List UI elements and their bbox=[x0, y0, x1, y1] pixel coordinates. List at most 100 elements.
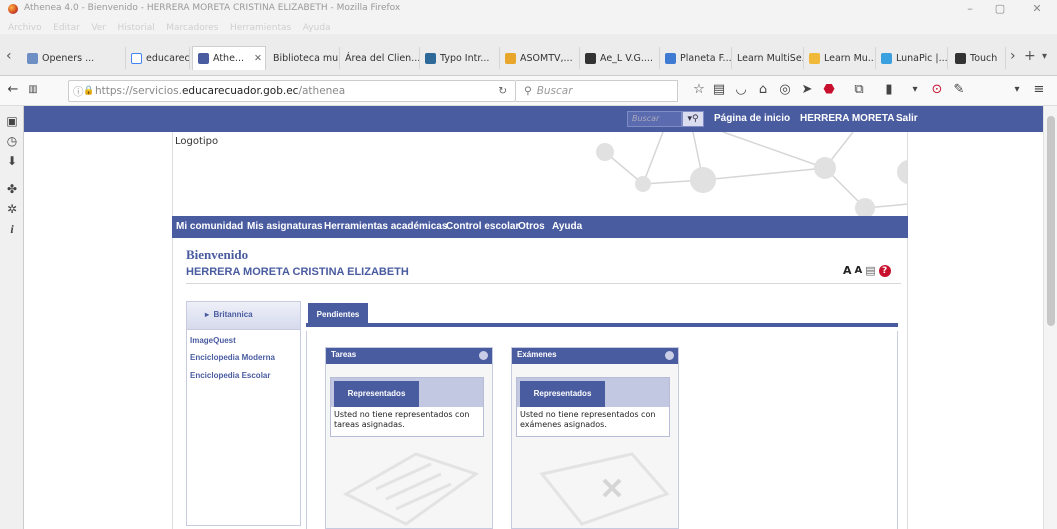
extension-icon[interactable]: ⧉ bbox=[850, 82, 868, 97]
tab-area-cliente[interactable]: Área del Clien... bbox=[340, 47, 420, 69]
lock-icon: 🔒 bbox=[83, 86, 95, 96]
link-imagequest[interactable]: ImageQuest bbox=[190, 336, 236, 345]
page-tools: A A ▤ ? bbox=[843, 264, 891, 277]
tabs-scroll-left-icon[interactable]: ‹ bbox=[6, 48, 12, 64]
menu-mi-comunidad[interactable]: Mi comunidad bbox=[176, 221, 243, 232]
favicon-icon bbox=[955, 52, 966, 64]
url-bar[interactable]: ⓘ 🔒 https://servicios. educarecuador.gob.… bbox=[68, 80, 516, 102]
welcome-heading: Bienvenido bbox=[186, 247, 249, 262]
help-icon[interactable]: ? bbox=[878, 264, 891, 277]
link-enciclopedia-escolar[interactable]: Enciclopedia Escolar bbox=[190, 371, 270, 380]
adblock-icon[interactable]: ⬣ bbox=[820, 82, 838, 97]
tab-ae-lvg[interactable]: Ae_L V.G.... bbox=[580, 47, 660, 69]
tab-openers[interactable]: Openers ... bbox=[22, 47, 126, 69]
print-icon[interactable]: ▤ bbox=[865, 264, 875, 277]
menu-editar[interactable]: Editar bbox=[53, 23, 80, 33]
widget-toggle-icon[interactable] bbox=[479, 351, 488, 360]
menu-mis-asignaturas[interactable]: Mis asignaturas bbox=[247, 221, 323, 232]
navigation-bar: ← ▥ ⓘ 🔒 https://servicios. educarecuador.… bbox=[0, 76, 1057, 106]
tab-learn-multise[interactable]: Learn MultiSe... bbox=[732, 47, 804, 69]
puzzle-icon[interactable]: ✤ bbox=[5, 182, 19, 196]
scrollbar-thumb[interactable] bbox=[1047, 116, 1055, 326]
browser-search-input[interactable]: ⚲ Buscar bbox=[516, 80, 678, 102]
back-icon[interactable]: ← bbox=[4, 82, 22, 97]
tabs-list-icon[interactable]: ▾ bbox=[1042, 51, 1047, 62]
menu-herramientas[interactable]: Herramientas bbox=[230, 23, 291, 33]
tabs-scroll-right-icon[interactable]: › bbox=[1010, 48, 1016, 64]
document-watermark-icon bbox=[342, 452, 480, 526]
window-titlebar: Athenea 4.0 - Bienvenido - HERRERA MORET… bbox=[0, 0, 1057, 18]
user-name: HERRERA MORETA CRISTINA ELIZABETH bbox=[186, 266, 409, 278]
representados-button[interactable]: Representados bbox=[334, 381, 419, 407]
tab-typo[interactable]: Typo Intr... bbox=[420, 47, 500, 69]
reload-icon[interactable]: ↻ bbox=[498, 85, 507, 97]
chat-icon[interactable]: ◎ bbox=[776, 82, 794, 97]
site-search-input[interactable]: Buscar bbox=[627, 111, 682, 127]
library-icon[interactable]: ▥ bbox=[24, 84, 42, 95]
clipboard-icon[interactable]: ▤ bbox=[710, 82, 728, 97]
font-decrease-icon[interactable]: A bbox=[855, 265, 863, 276]
tab-learn-mu[interactable]: Learn Mu... bbox=[804, 47, 876, 69]
home-page-link[interactable]: Página de inicio bbox=[714, 113, 790, 124]
pocket-icon[interactable]: ◡ bbox=[732, 82, 750, 97]
menu-historial[interactable]: Historial bbox=[118, 23, 155, 33]
menu-otros[interactable]: Otros bbox=[518, 221, 545, 232]
menu-marcadores[interactable]: Marcadores bbox=[166, 23, 218, 33]
close-icon[interactable]: ✕ bbox=[1022, 1, 1052, 17]
widget-message: Usted no tiene representados con exámene… bbox=[520, 410, 656, 429]
tab-close-icon[interactable]: ✕ bbox=[254, 53, 262, 64]
download-icon[interactable]: ⬇ bbox=[5, 154, 19, 168]
tab-planeta[interactable]: Planeta F... bbox=[660, 47, 732, 69]
user-profile-link[interactable]: HERRERA MORETA ... bbox=[800, 113, 905, 124]
info-icon[interactable]: ⓘ bbox=[73, 84, 84, 99]
tab-educarec[interactable]: educarec... bbox=[126, 47, 190, 69]
clock-icon[interactable]: ◷ bbox=[5, 134, 19, 148]
menu-herramientas-academicas[interactable]: Herramientas académicas bbox=[324, 221, 447, 232]
favicon-icon bbox=[425, 52, 436, 64]
logo-placeholder: Logotipo bbox=[175, 136, 219, 147]
chevron-down-icon[interactable]: ▾ bbox=[1008, 84, 1026, 95]
page-scrollbar[interactable] bbox=[1043, 106, 1057, 529]
representados-button[interactable]: Representados bbox=[520, 381, 605, 407]
user-icon bbox=[585, 52, 596, 64]
widget-toggle-icon[interactable] bbox=[665, 351, 674, 360]
site-search-button[interactable]: ▾⚲ bbox=[682, 111, 704, 127]
new-tab-icon[interactable]: + bbox=[1024, 48, 1036, 64]
home-icon[interactable]: ⌂ bbox=[754, 82, 772, 97]
pencil-icon bbox=[809, 52, 820, 64]
resources-panel: ▸ Britannica ImageQuest Enciclopedia Mod… bbox=[186, 301, 301, 526]
menu-ayuda[interactable]: Ayuda bbox=[303, 23, 331, 33]
bookmark-star-icon[interactable]: ☆ bbox=[690, 82, 708, 97]
tab-athenea[interactable]: Athe... ✕ bbox=[192, 46, 266, 70]
menu-ver[interactable]: Ver bbox=[91, 23, 106, 33]
browser-sidebar: ▣ ◷ ⬇ ✤ ✲ i bbox=[0, 106, 24, 529]
hamburger-menu-icon[interactable]: ≡ bbox=[1030, 82, 1048, 97]
menu-control-escolar[interactable]: Control escolar bbox=[446, 221, 519, 232]
panel-header-britannica[interactable]: ▸ Britannica bbox=[187, 302, 300, 330]
header-divider bbox=[186, 283, 901, 284]
menu-ext-icon[interactable]: ▮ bbox=[880, 82, 898, 97]
info-icon[interactable]: i bbox=[5, 222, 19, 237]
tab-touch[interactable]: Touch bbox=[950, 47, 1006, 69]
favicon-icon bbox=[27, 52, 38, 64]
logout-link[interactable]: Salir bbox=[896, 113, 918, 124]
tab-lunapic[interactable]: LunaPic |... bbox=[876, 47, 948, 69]
menu-archivo[interactable]: Archivo bbox=[8, 23, 42, 33]
maximize-icon[interactable]: ▢ bbox=[985, 1, 1015, 17]
send-icon[interactable]: ➤ bbox=[798, 82, 816, 97]
gear-icon[interactable]: ✲ bbox=[5, 202, 19, 216]
link-enciclopedia-moderna[interactable]: Enciclopedia Moderna bbox=[190, 353, 275, 362]
minimize-icon[interactable]: – bbox=[955, 1, 985, 17]
favicon-icon bbox=[665, 52, 676, 64]
font-increase-icon[interactable]: A bbox=[843, 264, 852, 277]
menu-ayuda-site[interactable]: Ayuda bbox=[552, 221, 582, 232]
sidebar-toggle-icon[interactable]: ▣ bbox=[5, 114, 19, 128]
chevron-down-icon[interactable]: ▾ bbox=[906, 84, 924, 95]
addon-icon[interactable]: ✎ bbox=[950, 82, 968, 97]
pinterest-icon[interactable]: ⊙ bbox=[928, 82, 946, 97]
exam-watermark-icon bbox=[539, 452, 670, 526]
site-header: Buscar ▾⚲ Página de inicio HERRERA MORET… bbox=[24, 106, 1043, 132]
tab-biblioteca[interactable]: Biblioteca mu... bbox=[268, 47, 340, 69]
tab-asomtv[interactable]: ASOMTV,... bbox=[500, 47, 580, 69]
tab-pendientes[interactable]: Pendientes bbox=[308, 303, 368, 327]
